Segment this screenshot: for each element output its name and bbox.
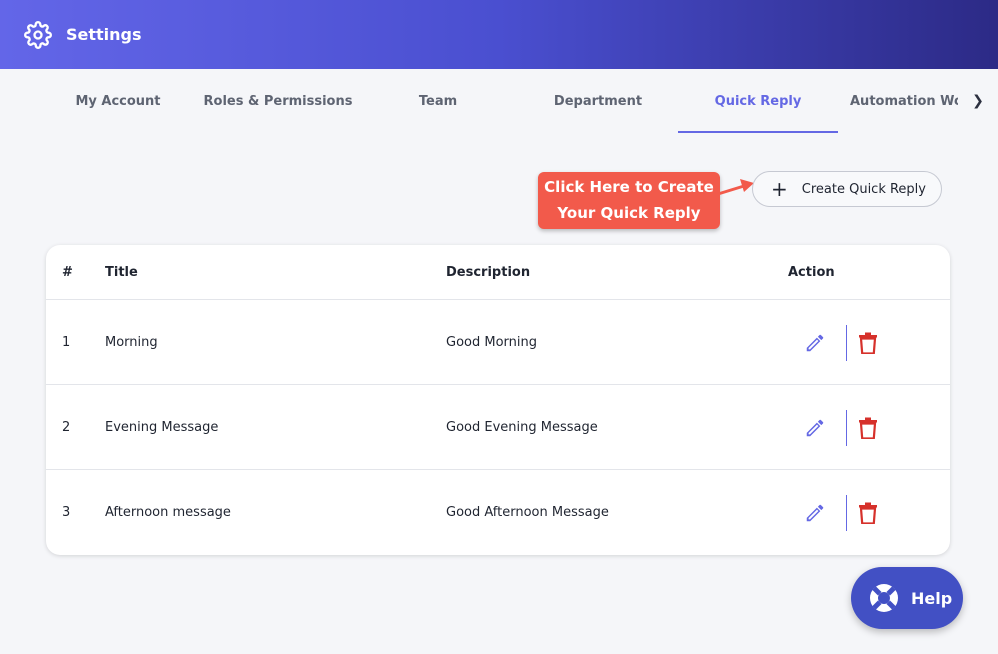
row-title: Afternoon message [105,504,231,520]
row-num: 3 [62,504,71,520]
edit-pencil-icon[interactable] [804,332,826,354]
header-num: # [62,265,73,280]
row-description: Good Afternoon Message [446,504,609,520]
header-title: Title [105,265,138,280]
help-label: Help [911,588,953,608]
row-title: Morning [105,334,158,350]
row-description: Good Morning [446,334,537,350]
callout-arrow-icon [717,179,754,196]
table-row: 2 Evening Message Good Evening Message [46,385,950,470]
header-bar: Settings [0,0,998,69]
table-row: 3 Afternoon message Good Afternoon Messa… [46,470,950,555]
settings-tabs: My Account Roles & Permissions Team Depa… [0,69,998,133]
callout-tooltip: Click Here to Create Your Quick Reply [538,172,720,229]
create-quick-reply-label: Create Quick Reply [801,181,926,197]
create-quick-reply-button[interactable]: + Create Quick Reply [752,171,942,207]
chevron-right-icon[interactable]: ❯ [966,69,990,133]
header-description: Description [446,265,531,280]
row-num: 1 [62,334,71,350]
plus-icon: + [771,177,788,201]
action-divider [846,325,847,361]
lifebuoy-icon [870,584,898,612]
tab-automation-workflow[interactable]: Automation Workflow [840,69,958,133]
row-description: Good Evening Message [446,419,598,435]
table-header: # Title Description Action [46,245,950,300]
quick-reply-table: # Title Description Action 1 Morning Goo… [46,245,950,555]
gear-icon [24,20,52,49]
callout-line-2: Your Quick Reply [557,204,701,222]
edit-pencil-icon[interactable] [804,502,826,524]
row-title: Evening Message [105,419,219,435]
header-action: Action [788,265,835,280]
trash-icon[interactable] [858,417,878,439]
tab-roles-permissions[interactable]: Roles & Permissions [198,69,358,133]
tab-team[interactable]: Team [358,69,518,133]
tab-automation-wrapper: Automation Workflow [840,69,958,133]
row-num: 2 [62,419,71,435]
trash-icon[interactable] [858,332,878,354]
action-divider [846,495,847,531]
tab-my-account[interactable]: My Account [38,69,198,133]
callout-line-1: Click Here to Create [544,178,714,196]
edit-pencil-icon[interactable] [804,417,826,439]
table-row: 1 Morning Good Morning [46,300,950,385]
page-title: Settings [66,25,142,44]
help-button[interactable]: Help [851,567,963,629]
trash-icon[interactable] [858,502,878,524]
action-divider [846,410,847,446]
tab-department[interactable]: Department [518,69,678,133]
tab-quick-reply[interactable]: Quick Reply [678,69,838,133]
